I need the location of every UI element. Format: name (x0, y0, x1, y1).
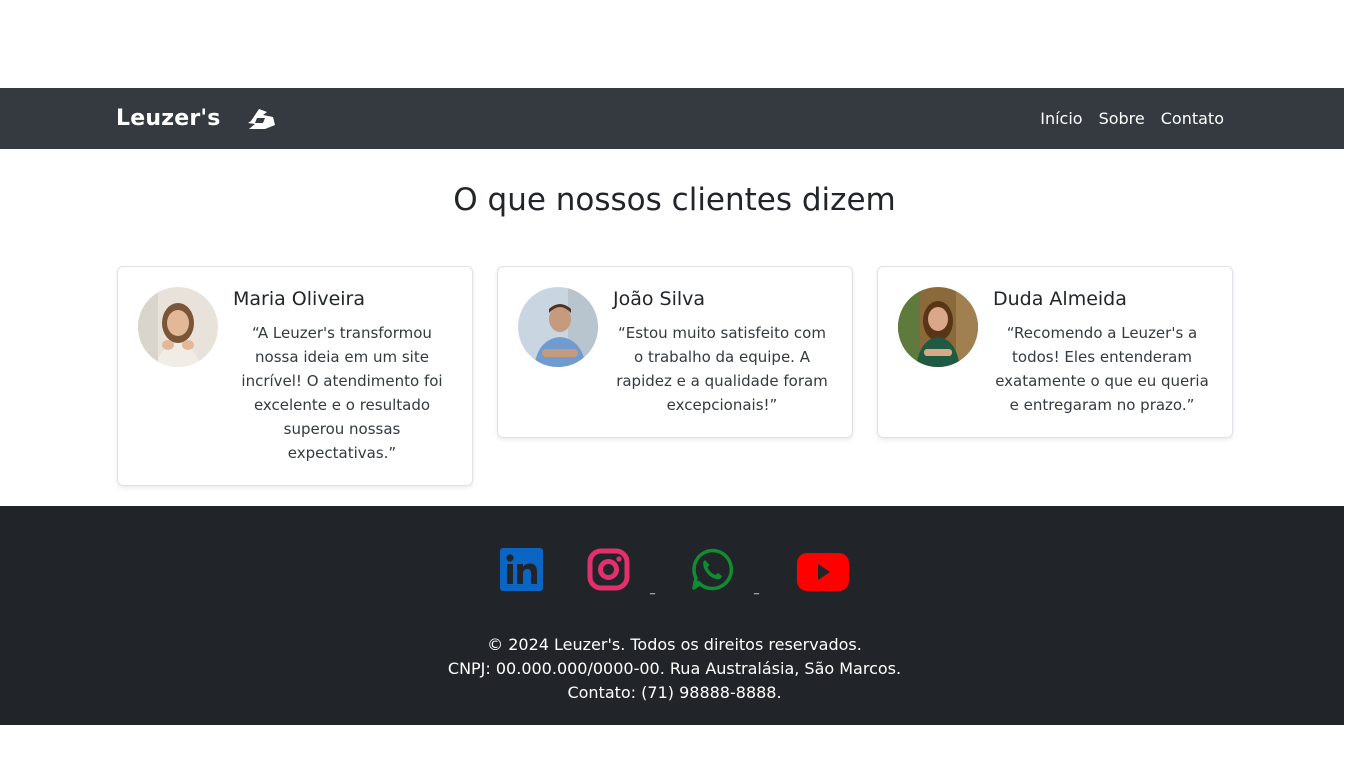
brand[interactable]: Leuzer's (116, 88, 279, 149)
testimonial-quote: “Estou muito satisfeito com o trabalho d… (616, 324, 828, 414)
testimonial-name: Duda Almeida (993, 288, 1127, 310)
instagram-link[interactable] (587, 548, 630, 595)
nav-link-contato[interactable]: Contato (1161, 109, 1224, 128)
footer: _ _ © 2024 Leuzer's. Todos os direitos r… (0, 506, 1344, 725)
address-text: CNPJ: 00.000.000/0000-00. Rua Australási… (447, 659, 902, 678)
navbar: Leuzer's Início Sobre Contato (0, 88, 1344, 149)
brand-logo-icon (247, 108, 275, 129)
whatsapp-link[interactable] (691, 548, 734, 595)
avatar (518, 287, 598, 367)
social-links: _ _ (0, 548, 1349, 595)
separator: _ (754, 584, 759, 595)
instagram-icon (587, 548, 630, 591)
whatsapp-icon (692, 548, 734, 591)
copyright-text: © 2024 Leuzer's. Todos os direitos reser… (487, 635, 862, 654)
nav-link-sobre[interactable]: Sobre (1099, 109, 1145, 128)
testimonial-card: Duda Almeida “Recomendo a Leuzer's a tod… (877, 266, 1233, 438)
nav-link-inicio[interactable]: Início (1040, 109, 1082, 128)
testimonial-name: Maria Oliveira (233, 288, 365, 310)
linkedin-link[interactable] (500, 548, 543, 595)
testimonial-quote: “A Leuzer's transformou nossa ideia em u… (241, 324, 443, 462)
youtube-link[interactable] (797, 553, 849, 595)
testimonials-title: O que nossos clientes dizem (453, 182, 896, 218)
nav-links: Início Sobre Contato (1040, 88, 1224, 149)
testimonial-card: Maria Oliveira “A Leuzer's transformou n… (117, 266, 473, 486)
testimonial-card: João Silva “Estou muito satisfeito com o… (497, 266, 853, 438)
separator: _ (650, 584, 655, 595)
brand-name: Leuzer's (116, 106, 221, 131)
linkedin-icon (500, 548, 543, 591)
contact-text: Contato: (71) 98888-8888. (567, 683, 782, 702)
testimonial-name: João Silva (613, 288, 706, 310)
youtube-icon (797, 553, 849, 591)
footer-info: © 2024 Leuzer's. Todos os direitos reser… (0, 633, 1349, 705)
testimonial-quote: “Recomendo a Leuzer's a todos! Eles ente… (995, 324, 1209, 414)
avatar (898, 287, 978, 367)
avatar (138, 287, 218, 367)
